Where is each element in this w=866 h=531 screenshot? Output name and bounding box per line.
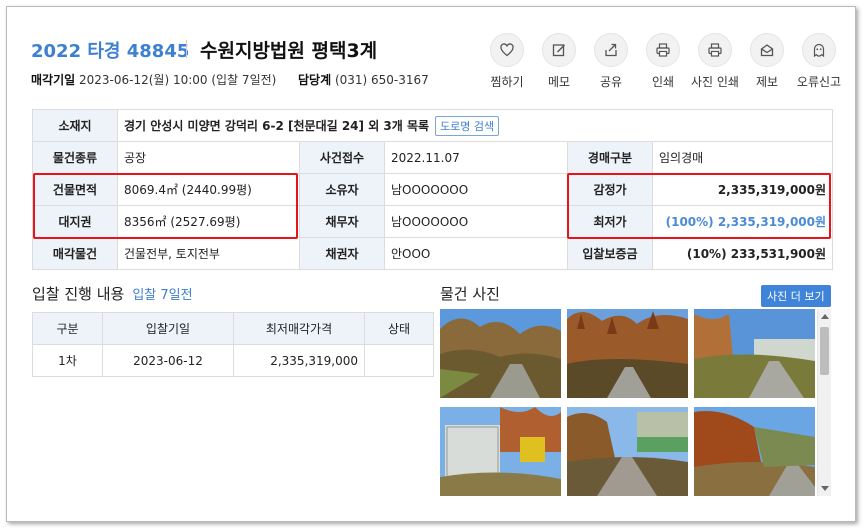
bid-progress-title: 입찰 진행 내용 [32,285,125,303]
print-icon [698,33,732,67]
column-header: 최저매각가격 [233,312,365,345]
owner-value: 남OOOOOOO [384,173,568,206]
share-button[interactable]: 공유 [585,33,637,90]
area-highlight-box [33,173,298,239]
photo-gallery [440,309,830,496]
bid-progress-table: 구분 입찰기일 최저매각가격 상태 1차 2023-06-12 2,335,31… [32,312,434,377]
bid-countdown: 입찰 7일전 [132,288,193,303]
auction-kind-label: 경매구분 [567,141,653,174]
debtor-value: 남OOOOOOO [384,205,568,238]
memo-icon [542,33,576,67]
min-price-cell: 2,335,319,000 [233,344,365,377]
bookmark-label: 찜하기 [490,75,524,89]
table-row: 소재지 경기 안성시 미양면 강덕리 6-2 [천문대길 24] 외 3개 목록… [32,109,834,142]
sale-date-label: 매각기일 [31,73,76,87]
property-photo[interactable] [440,407,561,496]
table-row: 물건종류 공장 사건접수 2022.11.07 경매구분 임의경매 [32,141,834,174]
deposit-label: 입찰보증금 [567,237,653,270]
property-photo[interactable] [440,309,561,398]
sale-info-line: 매각기일 2023-06-12(월) 10:00 (입찰 7일전) 담당계 (0… [31,71,429,88]
report-button[interactable]: 제보 [741,33,793,90]
print-icon [646,33,680,67]
heart-icon [490,33,524,67]
property-photo[interactable] [567,309,688,398]
dept-phone: (031) 650-3167 [334,73,429,87]
share-label: 공유 [599,75,623,89]
ghost-icon [802,33,836,67]
address-value: 경기 안성시 미양면 강덕리 6-2 [천문대길 24] 외 3개 목록 [124,118,430,133]
property-photo[interactable] [694,309,815,398]
scroll-down-arrow-icon[interactable] [821,486,829,491]
photo-print-label: 사진 인쇄 [691,75,739,89]
action-toolbar: 찜하기 메모 공유 인쇄 사진 인쇄 제보 오류신고 [481,33,845,90]
scroll-up-arrow-icon[interactable] [821,314,829,319]
column-header: 입찰기일 [102,312,234,345]
more-photos-button[interactable]: 사진 더 보기 [761,285,831,307]
error-report-button[interactable]: 오류신고 [793,33,845,90]
address-label: 소재지 [32,109,118,142]
address-cell: 경기 안성시 미양면 강덕리 6-2 [천문대길 24] 외 3개 목록 도로명 … [116,109,834,142]
table-row: 1차 2023-06-12 2,335,319,000 [32,344,434,377]
header-divider [186,40,187,58]
debtor-label: 채무자 [299,205,385,238]
table-row: 매각물건 건물전부, 토지전부 채권자 안OOO 입찰보증금 (10%) 233… [32,237,834,270]
memo-label: 메모 [547,75,571,89]
report-label: 제보 [755,75,779,89]
type-value: 공장 [117,141,300,174]
print-label: 인쇄 [651,75,675,89]
auction-detail-panel: 2022 타경 48845 수원지방법원 평택3계 매각기일 2023-06-1… [6,6,856,522]
round-cell: 1차 [32,344,103,377]
sale-items-value: 건물전부, 토지전부 [117,237,300,270]
photos-title: 물건 사진 [440,285,500,303]
date-cell: 2023-06-12 [102,344,234,377]
gallery-scrollbar[interactable] [817,309,831,496]
creditor-value: 안OOO [384,237,568,270]
property-photo[interactable] [694,407,815,496]
memo-button[interactable]: 메모 [533,33,585,90]
owner-label: 소유자 [299,173,385,206]
bookmark-button[interactable]: 찜하기 [481,33,533,90]
filed-label: 사건접수 [299,141,385,174]
report-icon [750,33,784,67]
table-header-row: 구분 입찰기일 최저매각가격 상태 [32,312,434,345]
bid-progress-heading: 입찰 진행 내용 입찰 7일전 [32,283,193,304]
type-label: 물건종류 [32,141,118,174]
column-header: 상태 [364,312,434,345]
print-button[interactable]: 인쇄 [637,33,689,90]
sale-items-label: 매각물건 [32,237,118,270]
price-highlight-box [567,173,831,239]
auction-kind-value: 임의경매 [651,141,834,174]
photo-print-button[interactable]: 사진 인쇄 [689,33,741,90]
scroll-thumb[interactable] [820,327,829,375]
property-photo[interactable] [567,407,688,496]
sale-date-value: 2023-06-12(월) 10:00 (입찰 7일전) [79,73,277,87]
deposit-value: (10%) 233,531,900원 [651,237,834,270]
error-report-label: 오류신고 [796,75,842,89]
filed-value: 2022.11.07 [384,141,568,174]
column-header: 구분 [32,312,103,345]
creditor-label: 채권자 [299,237,385,270]
share-icon [594,33,628,67]
dept-label: 담당계 [297,73,332,87]
status-cell [364,344,434,377]
road-search-button[interactable]: 도로명 검색 [435,115,500,136]
court-name: 수원지방법원 평택3계 [200,40,378,62]
case-number: 2022 타경 48845 [31,41,190,62]
